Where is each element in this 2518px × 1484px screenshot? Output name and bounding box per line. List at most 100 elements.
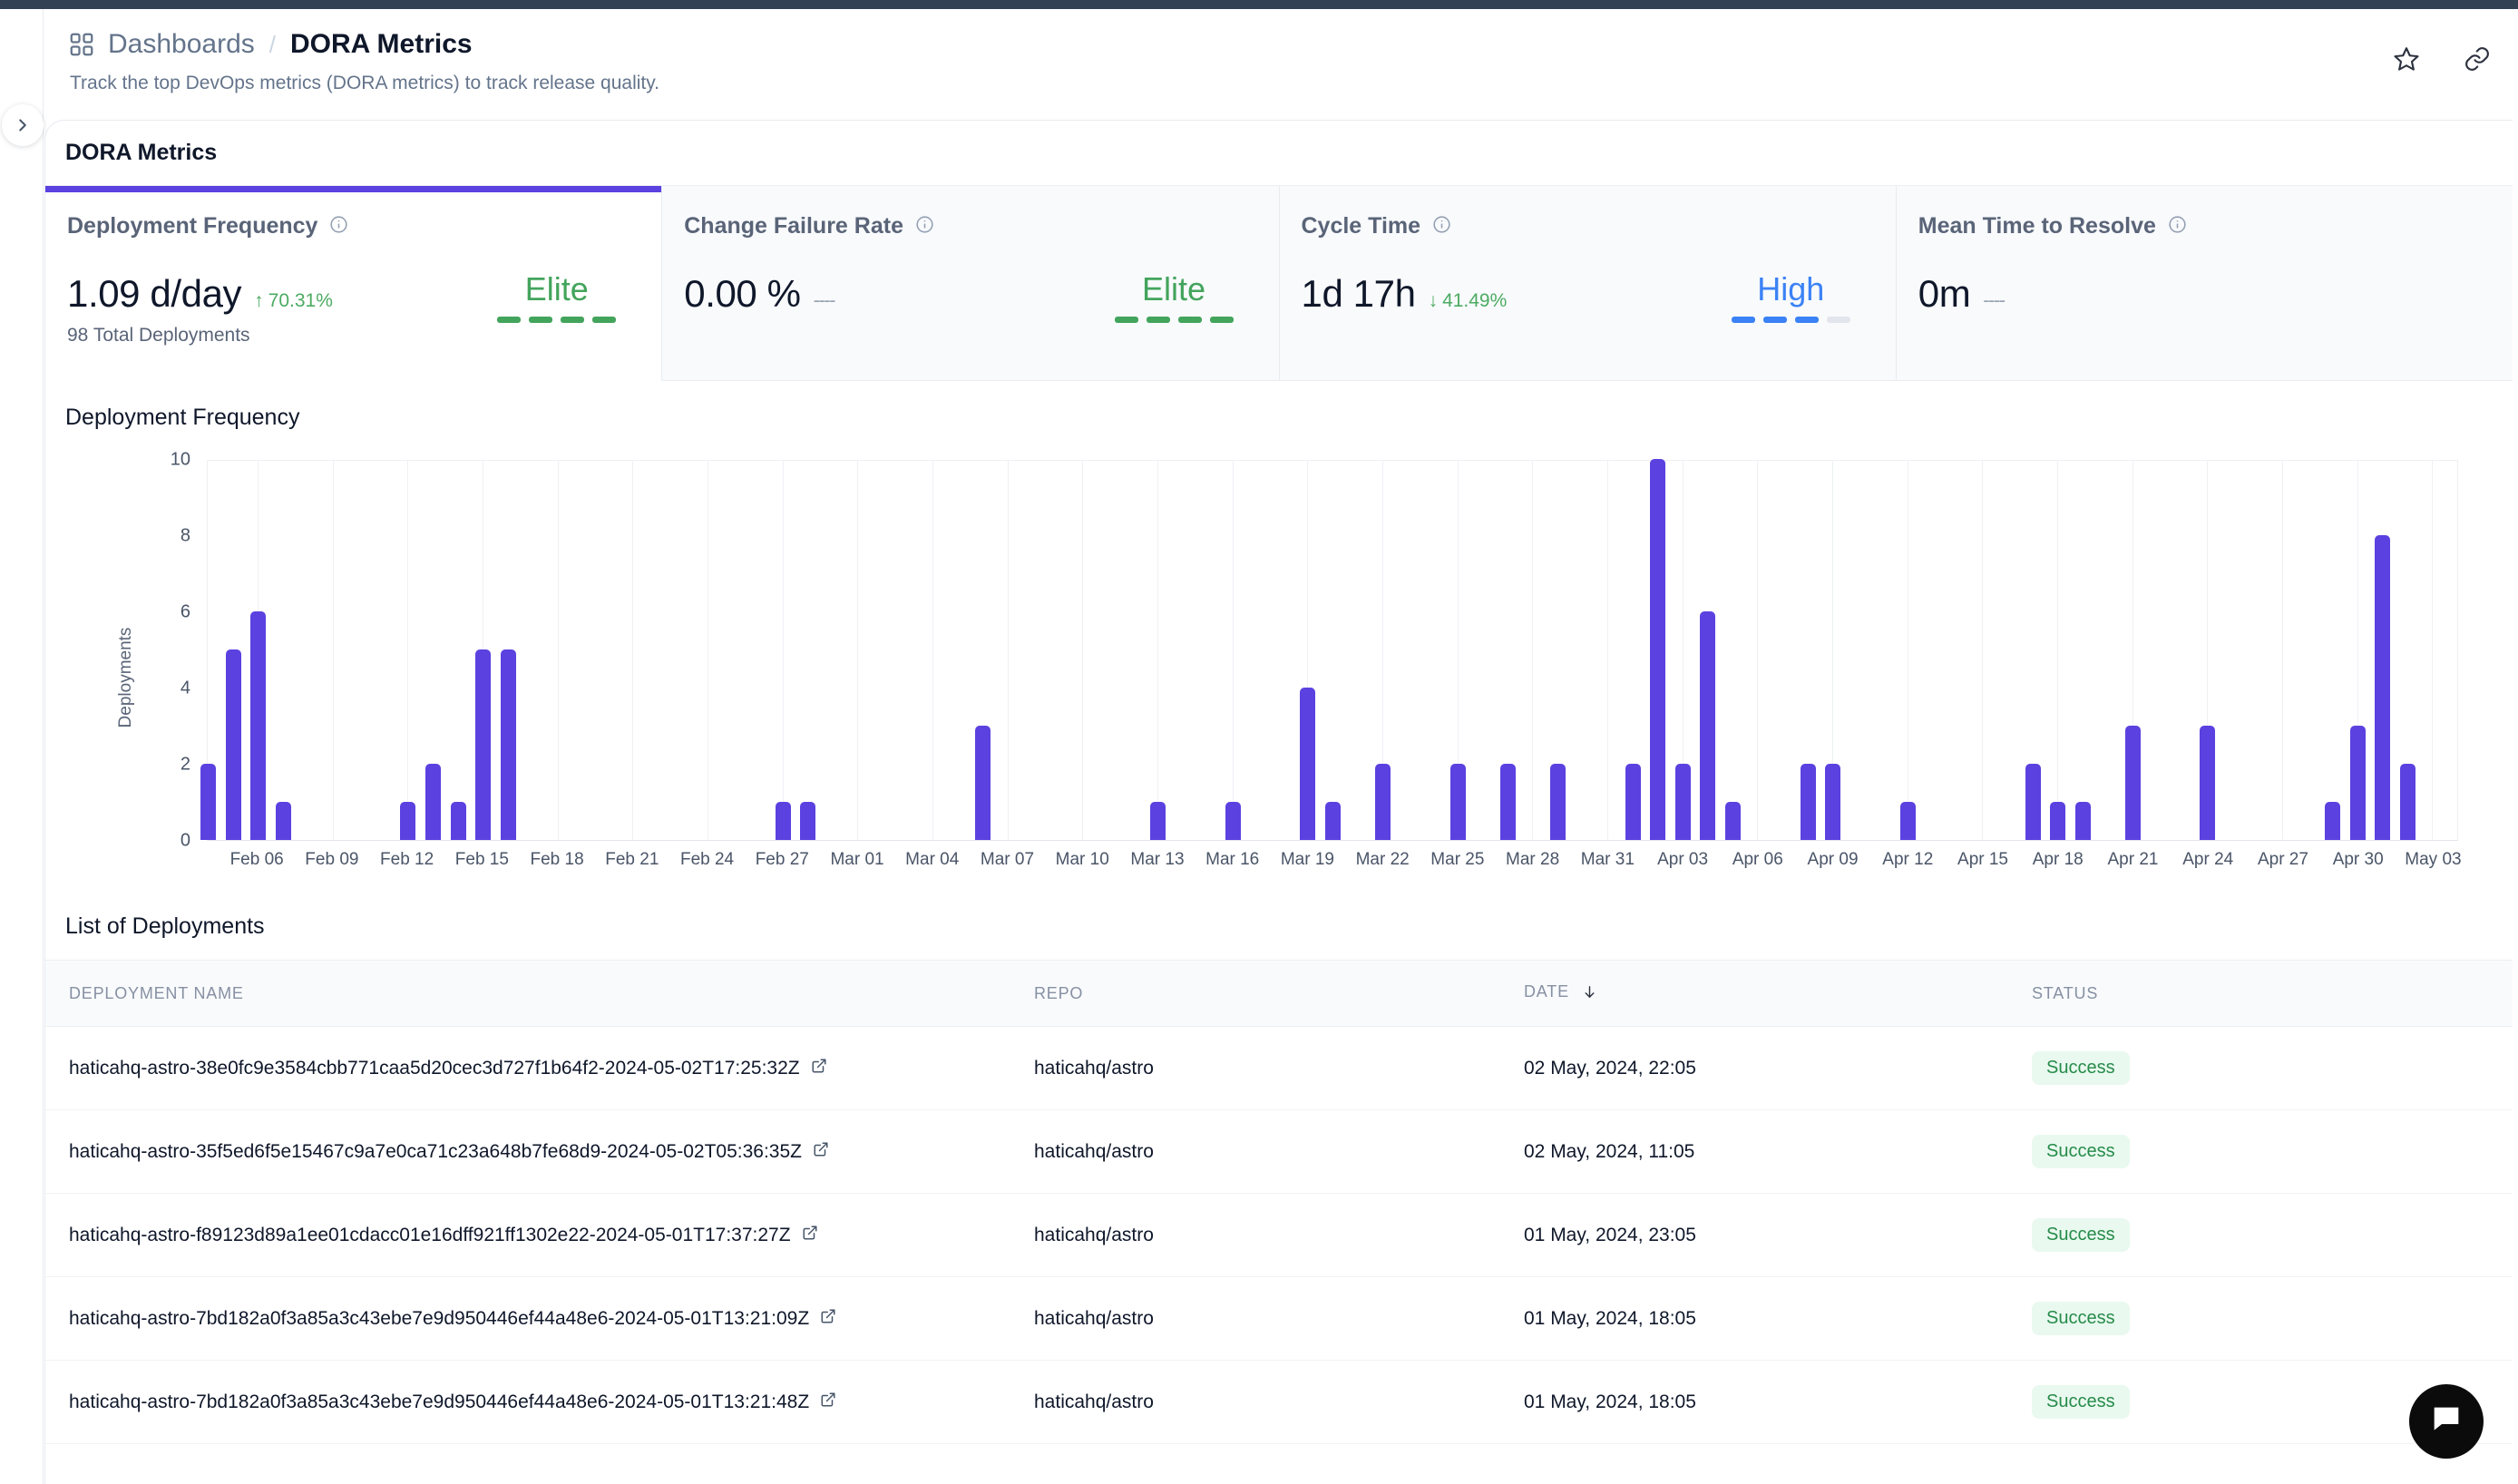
chart-bar[interactable] [1325, 802, 1341, 840]
x-tick: Mar 07 [980, 850, 1035, 869]
tab-mean-time-to-resolve[interactable]: Mean Time to Resolve 0m ---- [1896, 186, 2513, 381]
chart-bar[interactable] [1550, 764, 1566, 840]
chart-bar[interactable] [500, 649, 516, 840]
chart-bar[interactable] [1724, 802, 1741, 840]
chart-bar[interactable] [1800, 764, 1816, 840]
external-link-icon [820, 1391, 836, 1413]
chart-bar[interactable] [1650, 459, 1666, 840]
cell-deployment-name: haticahq-astro-35f5ed6f5e15467c9a7e0ca71… [45, 1109, 1034, 1194]
chart-bar[interactable] [250, 611, 267, 840]
column-deployment-name[interactable]: DEPLOYMENT NAME [45, 960, 1034, 1027]
y-tick: 0 [180, 830, 190, 851]
header-actions [2393, 45, 2491, 77]
tab-cycle-time[interactable]: Cycle Time 1d 17h ↓ 41.49% High [1279, 186, 1897, 381]
chart-bar[interactable] [2399, 764, 2416, 840]
chart-bar[interactable] [1150, 802, 1166, 840]
column-date[interactable]: DATE [1524, 960, 2032, 1027]
rating-dash [592, 316, 617, 323]
chart-bar[interactable] [1499, 764, 1516, 840]
x-tick: Feb 12 [380, 850, 434, 869]
cell-repo: haticahq/astro [1034, 1026, 1524, 1110]
grid-icon [68, 31, 95, 58]
x-tick: Apr 15 [1957, 850, 2009, 869]
chat-widget-button[interactable] [2409, 1384, 2484, 1459]
chart-bar[interactable] [475, 649, 492, 840]
info-icon[interactable] [2168, 215, 2187, 239]
status-badge: Success [2032, 1385, 2130, 1419]
rating-dash [1731, 316, 1755, 323]
chart-bar[interactable] [2200, 726, 2216, 840]
cell-date: 01 May, 2024, 18:05 [1524, 1276, 2032, 1361]
cell-deployment-name: haticahq-astro-7bd182a0f3a85a3c43ebe7e9d… [45, 1360, 1034, 1444]
metric-title: Cycle Time [1301, 213, 1421, 239]
y-axis-ticks: 0 2 4 6 8 10 [145, 450, 200, 851]
table-body: haticahq-astro-38e0fc9e3584cbb771caa5d20… [45, 1026, 2513, 1444]
y-tick: 6 [180, 601, 190, 622]
arrow-down-icon: ↓ [1428, 290, 1439, 311]
chart-bar[interactable] [2050, 802, 2066, 840]
deployment-name-link[interactable]: haticahq-astro-35f5ed6f5e15467c9a7e0ca71… [69, 1141, 829, 1163]
breadcrumb-dashboards[interactable]: Dashboards [108, 29, 255, 60]
chart-bar[interactable] [775, 802, 791, 840]
chart-bar[interactable] [2325, 802, 2341, 840]
chart-bar[interactable] [2025, 764, 2041, 840]
metric-rating: Elite [1141, 270, 1206, 308]
table-row: haticahq-astro-7bd182a0f3a85a3c43ebe7e9d… [45, 1360, 2513, 1444]
info-icon[interactable] [329, 215, 348, 239]
page-subtitle: Track the top DevOps metrics (DORA metri… [70, 73, 660, 93]
metric-value: 0m [1918, 272, 1971, 315]
table-row: haticahq-astro-f89123d89a1ee01cdacc01e16… [45, 1193, 2513, 1277]
arrow-down-icon [1582, 984, 1597, 1004]
chart-bar[interactable] [1375, 764, 1391, 840]
chart-bar[interactable] [2349, 726, 2366, 840]
info-icon[interactable] [1432, 215, 1451, 239]
chart-bar[interactable] [1625, 764, 1641, 840]
chart-bar[interactable] [200, 764, 216, 840]
tab-deployment-frequency[interactable]: Deployment Frequency 1.09 d/day ↑ 70.31% [45, 186, 663, 381]
deployment-name-text: haticahq-astro-38e0fc9e3584cbb771caa5d20… [69, 1057, 800, 1079]
chart-bar[interactable] [800, 802, 816, 840]
deployment-name-link[interactable]: haticahq-astro-38e0fc9e3584cbb771caa5d20… [69, 1058, 827, 1079]
deployment-name-link[interactable]: haticahq-astro-7bd182a0f3a85a3c43ebe7e9d… [69, 1308, 836, 1330]
chart-bar[interactable] [1300, 688, 1316, 840]
chart-bar[interactable] [1899, 802, 1916, 840]
chart-bar[interactable] [1825, 764, 1841, 840]
metric-tabs: Deployment Frequency 1.09 d/day ↑ 70.31% [45, 186, 2513, 381]
chart-bar[interactable] [1700, 611, 1716, 840]
table-row: haticahq-astro-38e0fc9e3584cbb771caa5d20… [45, 1026, 2513, 1110]
chart-bar[interactable] [975, 726, 991, 840]
table-title: List of Deployments [65, 913, 265, 939]
link-icon[interactable] [2464, 45, 2491, 77]
chart-bar[interactable] [400, 802, 416, 840]
deployment-name-link[interactable]: haticahq-astro-f89123d89a1ee01cdacc01e16… [69, 1225, 818, 1246]
x-tick: Mar 01 [830, 850, 884, 869]
column-repo[interactable]: REPO [1034, 960, 1524, 1027]
y-axis-label: Deployments [116, 627, 135, 728]
chart-bar[interactable] [275, 802, 291, 840]
chart-title: Deployment Frequency [65, 405, 300, 430]
status-badge: Success [2032, 1302, 2130, 1335]
chart-bar[interactable] [425, 764, 441, 840]
chart-bar[interactable] [2124, 726, 2141, 840]
column-status[interactable]: STATUS [2032, 960, 2513, 1027]
cell-deployment-name: haticahq-astro-f89123d89a1ee01cdacc01e16… [45, 1193, 1034, 1277]
chart-bar[interactable] [450, 802, 466, 840]
arrow-up-icon: ↑ [254, 290, 264, 311]
chart-bar[interactable] [1449, 764, 1466, 840]
sidebar-expand-button[interactable] [2, 104, 44, 146]
info-icon[interactable] [915, 215, 934, 239]
metric-title: Deployment Frequency [67, 213, 318, 239]
x-tick: Mar 22 [1355, 850, 1410, 869]
chart-bar[interactable] [2375, 535, 2391, 840]
metric-title: Change Failure Rate [684, 213, 903, 239]
metric-delta-value: 70.31% [268, 290, 333, 311]
tab-change-failure-rate[interactable]: Change Failure Rate 0.00 % ---- Elite [662, 186, 1280, 381]
star-icon[interactable] [2393, 45, 2420, 77]
chart-bar[interactable] [225, 649, 241, 840]
x-tick: Apr 24 [2182, 850, 2234, 869]
chart-bar[interactable] [1225, 802, 1241, 840]
chart-bar[interactable] [2074, 802, 2091, 840]
rating-dash [529, 316, 553, 323]
chart-bar[interactable] [1674, 764, 1691, 840]
deployment-name-link[interactable]: haticahq-astro-7bd182a0f3a85a3c43ebe7e9d… [69, 1391, 836, 1413]
